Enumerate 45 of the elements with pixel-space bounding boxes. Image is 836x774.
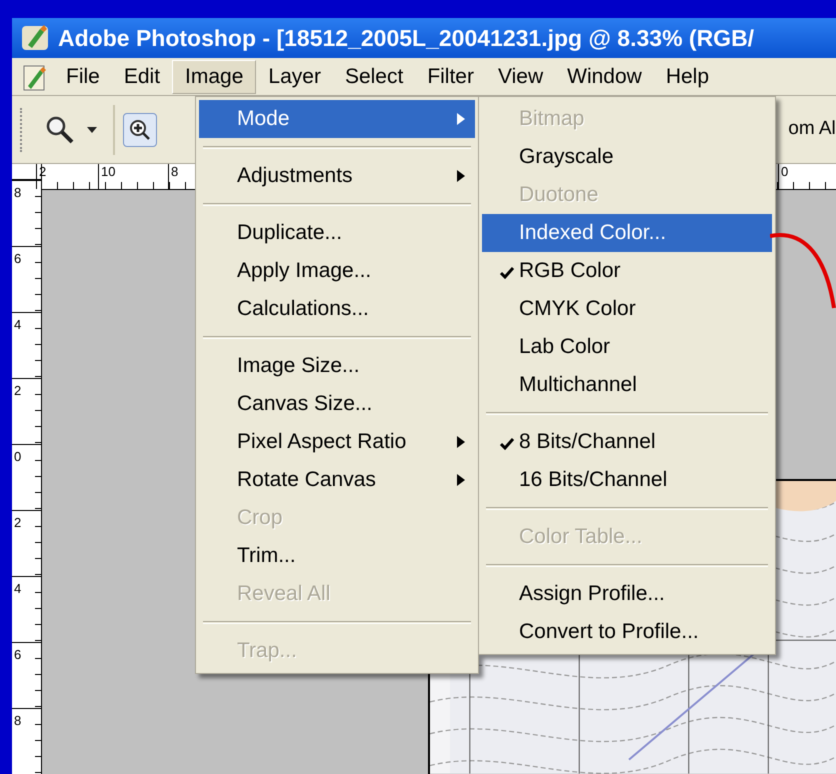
menu-item[interactable]: 16 Bits/Channel	[482, 461, 772, 499]
menu-item[interactable]: Multichannel	[482, 366, 772, 404]
menu-item[interactable]: Apply Image...	[199, 252, 475, 290]
ruler-label: 0	[14, 449, 22, 464]
menu-item[interactable]: Indexed Color...	[482, 214, 772, 252]
menu-item[interactable]: Duplicate...	[199, 214, 475, 252]
menu-item[interactable]: Rotate Canvas	[199, 461, 475, 499]
menu-item[interactable]: Calculations...	[199, 290, 475, 328]
menu-title[interactable]: Edit	[112, 60, 172, 94]
caret-icon[interactable]	[87, 126, 97, 132]
ruler-label: 8	[14, 713, 22, 728]
zoom-in-button[interactable]	[123, 112, 157, 146]
menu-item[interactable]: Assign Profile...	[482, 575, 772, 613]
menu-item[interactable]: 8 Bits/Channel	[482, 423, 772, 461]
ruler-label: 10	[98, 164, 168, 190]
window-title: Adobe Photoshop - [18512_2005L_20041231.jpg @ 8.33% (RGB/	[58, 24, 754, 53]
menu-item[interactable]: RGB Color	[482, 252, 772, 290]
menu-item[interactable]: Canvas Size...	[199, 385, 475, 423]
menu-title[interactable]: Select	[332, 60, 416, 94]
ruler-label: 6	[14, 251, 22, 266]
menu-title[interactable]: Layer	[256, 60, 333, 94]
menu-item[interactable]: Pixel Aspect Ratio	[199, 423, 475, 461]
zoom-in-icon	[129, 118, 151, 140]
menu-title[interactable]: Filter	[415, 60, 486, 94]
menu-item[interactable]: Trim...	[199, 537, 475, 575]
ruler-label: 0	[778, 164, 818, 190]
menu-title[interactable]: View	[486, 60, 556, 94]
toolbar-button[interactable]: om All	[788, 115, 836, 144]
ruler-label: 4	[14, 581, 22, 596]
menu-item[interactable]: Lab Color	[482, 328, 772, 366]
menu-item[interactable]: Image Size...	[199, 347, 475, 385]
menu-item[interactable]: Mode	[199, 100, 475, 138]
app-icon	[20, 23, 50, 53]
menu-item[interactable]: Convert to Profile...	[482, 613, 772, 651]
ruler-label: 8	[14, 185, 22, 200]
menu-title[interactable]: Window	[555, 60, 654, 94]
ruler-label: 4	[14, 317, 22, 332]
menu-item[interactable]: CMYK Color	[482, 290, 772, 328]
menu-title[interactable]: File	[54, 60, 112, 94]
ruler-label: 2	[14, 383, 22, 398]
menu-title[interactable]: Image	[172, 60, 256, 94]
ruler-label: 2	[14, 515, 22, 530]
ruler-label: 6	[14, 647, 22, 662]
menu-title[interactable]: Help	[654, 60, 722, 94]
magnifier-icon[interactable]	[45, 114, 75, 144]
